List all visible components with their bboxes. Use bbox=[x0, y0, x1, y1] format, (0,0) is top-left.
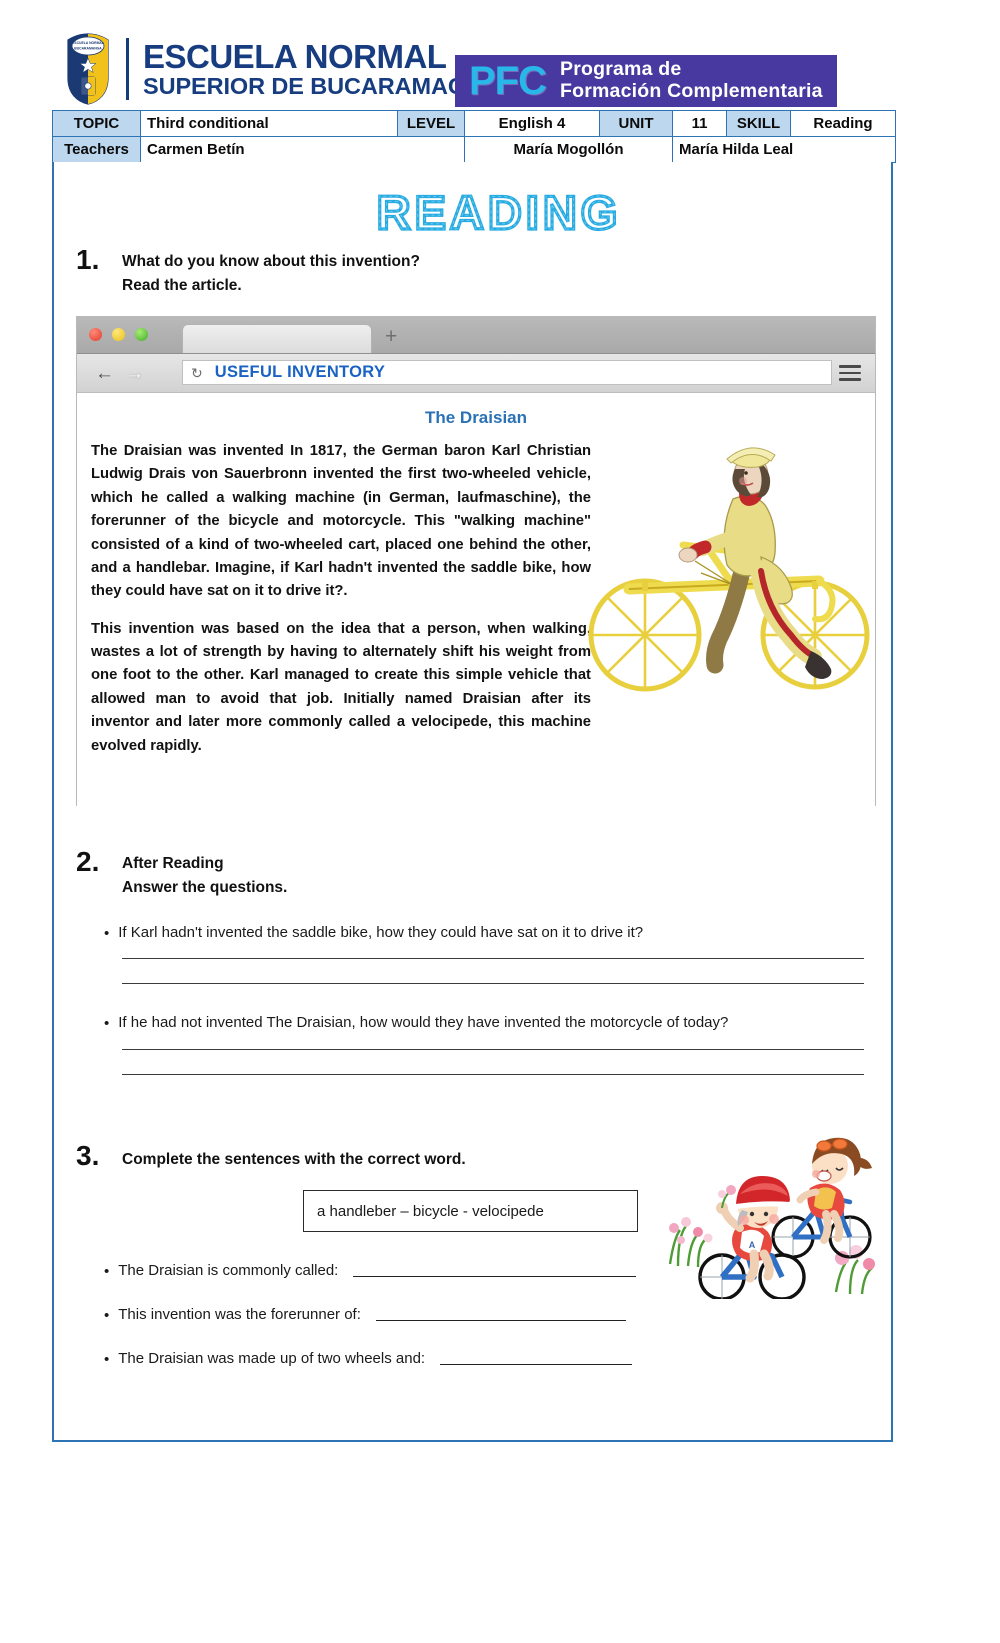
fill-sentence-1-text: The Draisian is commonly called: bbox=[118, 1262, 339, 1279]
info-table-row-teachers: Teachers Carmen Betín María Mogollón Mar… bbox=[52, 136, 896, 163]
fill-sentence-2-text: This invention was the forerunner of: bbox=[118, 1306, 361, 1323]
browser-tab[interactable] bbox=[182, 324, 372, 353]
exercise-3-number: 3. bbox=[76, 1140, 100, 1171]
question-item-2: • If he had not invented The Draisian, h… bbox=[104, 1014, 864, 1034]
exercise-1-number: 1. bbox=[76, 244, 100, 275]
label-topic: TOPIC bbox=[52, 110, 141, 137]
info-table-row-topic: TOPIC Third conditional LEVEL English 4 … bbox=[52, 110, 896, 137]
bullet-icon: • bbox=[104, 1015, 110, 1032]
pfc-banner: PFC Programa de Formación Complementaria bbox=[455, 55, 837, 107]
exercise-1-line1: What do you know about this invention? bbox=[122, 253, 420, 270]
pfc-line1: Programa de bbox=[560, 58, 682, 81]
school-crest-logo: ESCUELA NORMAL BUCARAMANGA bbox=[62, 32, 114, 106]
back-arrow-icon[interactable]: ← bbox=[95, 364, 114, 383]
school-name-line1: ESCUELA NORMAL bbox=[143, 37, 447, 75]
worksheet-info-table: TOPIC Third conditional LEVEL English 4 … bbox=[52, 110, 896, 163]
value-teacher-3: María Hilda Leal bbox=[672, 136, 896, 163]
school-name-line2: SUPERIOR DE BUCARAMAGA bbox=[143, 72, 483, 99]
word-bank-text: a handleber – bicycle - velocipede bbox=[317, 1202, 544, 1220]
bullet-icon: • bbox=[104, 925, 110, 942]
logo-divider bbox=[126, 38, 129, 100]
browser-window-mockup: + ← → ↻ USEFUL INVENTORY The Draisian Th… bbox=[76, 316, 876, 806]
browser-titlebar: + bbox=[77, 317, 875, 354]
value-topic: Third conditional bbox=[140, 110, 398, 137]
fill-blank-2[interactable] bbox=[375, 1306, 626, 1321]
fill-sentence-1: • The Draisian is commonly called: bbox=[104, 1262, 844, 1282]
question-1-text: If Karl hadn't invented the saddle bike,… bbox=[118, 924, 644, 941]
label-skill: SKILL bbox=[726, 110, 791, 137]
exercise-1-instructions: What do you know about this invention? R… bbox=[122, 250, 420, 298]
article-paragraph-1: The Draisian was invented In 1817, the G… bbox=[91, 443, 591, 600]
label-teachers: Teachers bbox=[52, 136, 141, 163]
fill-sentence-2: • This invention was the forerunner of: bbox=[104, 1306, 844, 1326]
value-skill: Reading bbox=[790, 110, 896, 137]
value-level: English 4 bbox=[464, 110, 600, 137]
answer-line-2a[interactable] bbox=[122, 1049, 864, 1050]
answer-line-2b[interactable] bbox=[122, 1074, 864, 1075]
worksheet-content-frame: READING READING 1. What do you know abou… bbox=[52, 162, 893, 1442]
exercise-3-instruction: Complete the sentences with the correct … bbox=[122, 1151, 466, 1168]
vintage-draisine-rider-illustration bbox=[583, 439, 873, 704]
exercise-1-line2: Read the article. bbox=[122, 277, 242, 295]
maximize-green-dot-icon[interactable] bbox=[135, 328, 148, 341]
url-text: USEFUL INVENTORY bbox=[214, 363, 386, 381]
url-bar[interactable]: ↻ USEFUL INVENTORY bbox=[182, 360, 832, 385]
hamburger-menu-icon[interactable] bbox=[839, 365, 861, 385]
minimize-yellow-dot-icon[interactable] bbox=[112, 328, 125, 341]
browser-navbar: ← → ↻ USEFUL INVENTORY bbox=[77, 354, 875, 393]
fill-blank-3[interactable] bbox=[440, 1350, 633, 1365]
bullet-icon: • bbox=[104, 1263, 110, 1280]
pfc-program-name: Programa de Formación Complementaria bbox=[546, 58, 823, 103]
svg-text:A: A bbox=[749, 1240, 756, 1250]
label-unit: UNIT bbox=[599, 110, 673, 137]
value-teacher-2: María Mogollón bbox=[464, 136, 673, 163]
answer-line-1b[interactable] bbox=[122, 983, 864, 984]
page-title: READING READING bbox=[329, 184, 669, 242]
forward-arrow-icon[interactable]: → bbox=[125, 364, 144, 383]
article-title: The Draisian bbox=[424, 408, 528, 427]
pfc-line2: Formación Complementaria bbox=[560, 80, 823, 102]
question-item-1: • If Karl hadn't invented the saddle bik… bbox=[104, 924, 864, 944]
close-red-dot-icon[interactable] bbox=[89, 328, 102, 341]
school-name: ESCUELA NORMAL SUPERIOR DE BUCARAMAGA bbox=[143, 40, 483, 99]
reload-icon[interactable]: ↻ bbox=[191, 366, 203, 380]
pfc-acronym: PFC bbox=[469, 59, 547, 103]
exercise-2-instructions: After Reading Answer the questions. bbox=[122, 852, 287, 900]
exercise-2-line1: After Reading bbox=[122, 855, 224, 872]
page-header: ESCUELA NORMAL BUCARAMANGA ESCUELA NORMA… bbox=[0, 0, 1000, 108]
bullet-icon: • bbox=[104, 1351, 110, 1368]
article-body: The Draisian was invented In 1817, the G… bbox=[91, 440, 591, 758]
fill-sentence-3-text: The Draisian was made up of two wheels a… bbox=[118, 1350, 426, 1367]
label-level: LEVEL bbox=[397, 110, 465, 137]
school-logo-block: ESCUELA NORMAL BUCARAMANGA ESCUELA NORMA… bbox=[62, 32, 483, 106]
exercise-2-line2: Answer the questions. bbox=[122, 879, 288, 897]
value-teacher-1: Carmen Betín bbox=[140, 136, 465, 163]
article-paragraph-2: This invention was based on the idea tha… bbox=[91, 620, 591, 754]
word-bank-box: a handleber – bicycle - velocipede bbox=[303, 1190, 638, 1232]
plus-icon[interactable]: + bbox=[385, 326, 397, 347]
fill-blank-1[interactable] bbox=[353, 1262, 637, 1277]
svg-text:READING: READING bbox=[377, 186, 622, 239]
browser-page-content: The Draisian The Draisian was invented I… bbox=[77, 393, 875, 806]
window-controls bbox=[89, 328, 148, 341]
fill-sentence-3: • The Draisian was made up of two wheels… bbox=[104, 1350, 844, 1370]
bullet-icon: • bbox=[104, 1307, 110, 1324]
exercise-2-number: 2. bbox=[76, 846, 100, 877]
value-unit: 11 bbox=[672, 110, 727, 137]
svg-text:ESCUELA NORMAL: ESCUELA NORMAL bbox=[72, 41, 104, 45]
question-2-text: If he had not invented The Draisian, how… bbox=[118, 1014, 729, 1031]
answer-line-1a[interactable] bbox=[122, 958, 864, 959]
svg-text:BUCARAMANGA: BUCARAMANGA bbox=[74, 47, 102, 51]
